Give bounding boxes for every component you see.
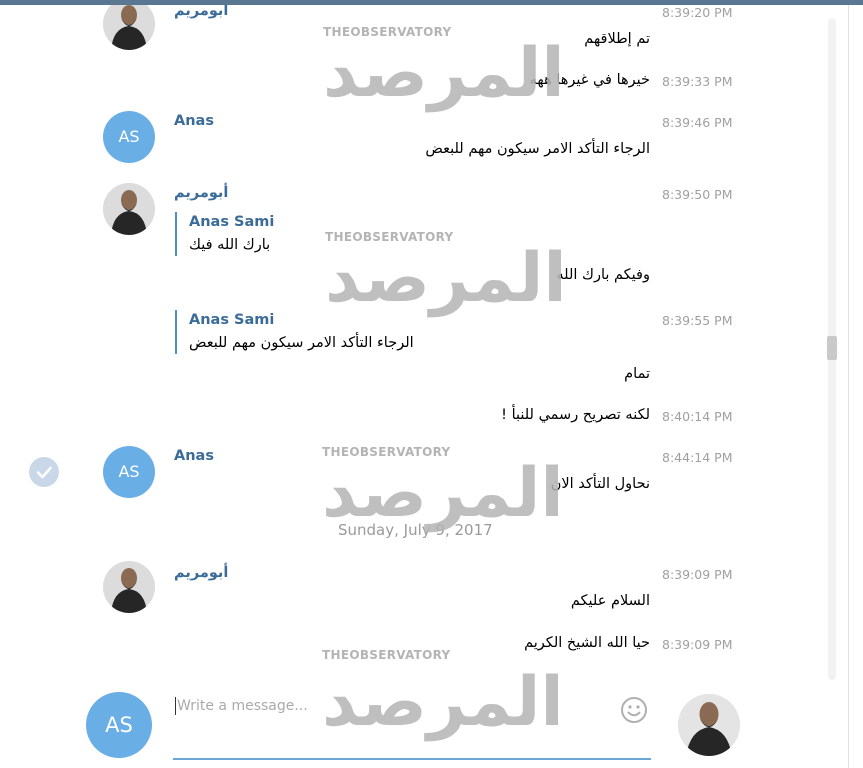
message-text: تمام	[624, 366, 650, 382]
watermark-arabic: المرصد	[325, 239, 567, 318]
message-time: 8:39:09 PM	[662, 567, 733, 582]
watermark-label: THEOBSERVATORY	[322, 648, 451, 662]
watermark-logo: THEOBSERVATORY المرصد	[323, 25, 565, 109]
reply-quote[interactable]: Anas Sami بارك الله فيك	[175, 212, 274, 256]
composer-avatar[interactable]: AS	[86, 692, 152, 758]
message-text: وفيكم بارك الله	[556, 267, 650, 283]
message-time: 8:44:14 PM	[662, 450, 733, 465]
chat-history[interactable]: أبومريم 8:39:20 PM تم إطلاقهم 8:39:33 PM…	[0, 5, 840, 680]
text-cursor	[175, 697, 176, 715]
current-user-avatar[interactable]	[678, 694, 740, 756]
message-time: 8:39:33 PM	[662, 74, 733, 89]
avatar[interactable]	[103, 561, 155, 613]
message-text: نحاول التأكد الان	[550, 476, 650, 492]
sender-name[interactable]: Anas	[174, 113, 214, 129]
scrollbar-thumb[interactable]	[827, 336, 837, 360]
message-text: الرجاء التأكد الامر سيكون مهم للبعض	[425, 141, 650, 157]
avatar[interactable]	[103, 183, 155, 235]
watermark-arabic: المرصد	[323, 34, 565, 113]
message-text: لكنه تصريح رسمي للنبأ !	[501, 407, 650, 423]
watermark-label: THEOBSERVATORY	[325, 230, 454, 244]
message-input[interactable]	[173, 694, 617, 718]
avatar[interactable]: AS	[103, 111, 155, 163]
emoji-icon[interactable]	[620, 696, 648, 724]
composer: AS المرصد	[0, 668, 848, 768]
panel-divider	[848, 5, 849, 768]
message-time: 8:39:50 PM	[662, 187, 733, 202]
reply-sender: Anas Sami	[189, 312, 275, 328]
message-time: 8:39:46 PM	[662, 115, 733, 130]
avatar[interactable]	[103, 5, 155, 50]
reply-sender: Anas Sami	[189, 214, 275, 230]
sender-name[interactable]: أبومريم	[174, 5, 228, 19]
message-text: السلام عليكم	[570, 593, 650, 609]
reply-text: بارك الله فيك	[189, 237, 271, 253]
watermark-logo: THEOBSERVATORY المرصد	[322, 445, 564, 529]
reply-quote[interactable]: Anas Sami الرجاء التأكد الامر سيكون مهم …	[175, 310, 414, 354]
watermark-logo: THEOBSERVATORY المرصد	[325, 230, 567, 314]
check-icon[interactable]	[29, 457, 59, 487]
date-separator: Sunday, July 9, 2017	[338, 521, 493, 539]
message-text: خيرها في غيرها ههه	[529, 72, 650, 88]
message-time: 8:39:20 PM	[662, 5, 733, 20]
watermark-label: THEOBSERVATORY	[323, 25, 452, 39]
sender-name[interactable]: Anas	[174, 448, 214, 464]
watermark-logo: THEOBSERVATORY	[322, 648, 451, 662]
watermark-label: THEOBSERVATORY	[322, 445, 451, 459]
message-text: حيا الله الشيخ الكريم	[524, 635, 650, 651]
input-underline	[173, 758, 651, 760]
message-time: 8:39:09 PM	[662, 637, 733, 652]
reply-text: الرجاء التأكد الامر سيكون مهم للبعض	[189, 335, 414, 351]
watermark-arabic: المرصد	[322, 454, 564, 533]
message-text: تم إطلاقهم	[584, 31, 650, 47]
sender-name[interactable]: أبومريم	[174, 565, 228, 581]
message-time: 8:39:55 PM	[662, 313, 733, 328]
avatar[interactable]: AS	[103, 446, 155, 498]
message-time: 8:40:14 PM	[662, 409, 733, 424]
sender-name[interactable]: أبومريم	[174, 185, 228, 201]
